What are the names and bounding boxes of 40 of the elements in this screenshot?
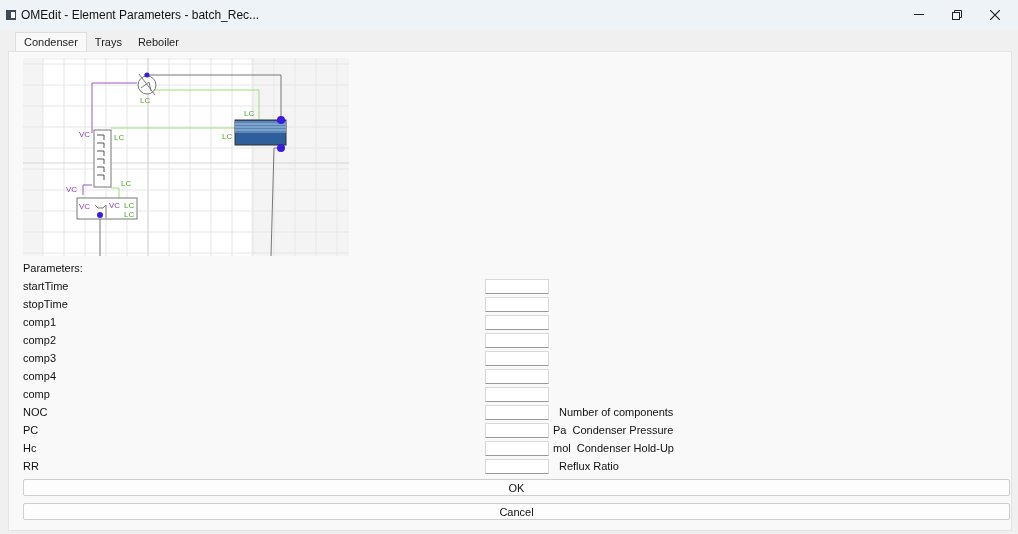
input-field[interactable] — [485, 440, 549, 456]
tab[interactable]: Condenser — [15, 32, 87, 51]
unit-label: mol — [553, 440, 571, 456]
restore-icon — [952, 10, 962, 20]
ok-button[interactable]: OK — [23, 479, 1010, 496]
input-field[interactable] — [485, 350, 549, 366]
input-field[interactable] — [485, 404, 549, 420]
parameter-description: Number of components — [559, 404, 674, 420]
parameter-description: Condenser Pressure — [572, 422, 674, 438]
parameter-label: comp — [23, 386, 51, 402]
parameter-label: comp3 — [23, 350, 58, 366]
parameter-description: Condenser Hold-Up — [576, 440, 674, 456]
parameter-description: Reflux Ratio — [559, 458, 619, 474]
parameter-label: comp4 — [23, 368, 58, 384]
input-field[interactable] — [485, 296, 549, 312]
parameter-label: comp2 — [23, 332, 58, 348]
tab[interactable]: Trays — [86, 34, 130, 51]
minimize-icon — [914, 14, 924, 16]
input-field[interactable] — [485, 458, 549, 474]
app-icon — [6, 10, 16, 20]
parameter-label: Hc — [23, 440, 38, 456]
input-field[interactable] — [485, 332, 549, 348]
input-field[interactable] — [485, 278, 549, 294]
parameter-label: comp1 — [23, 314, 58, 330]
parameter-label: startTime — [23, 278, 70, 294]
input-field[interactable] — [485, 422, 549, 438]
input-field[interactable] — [485, 314, 549, 330]
tab[interactable]: Reboiler — [129, 34, 187, 51]
input-field[interactable] — [485, 368, 549, 384]
parameter-label: PC — [23, 422, 40, 438]
parameter-label: stopTime — [23, 296, 69, 312]
section-label: Parameters: — [23, 261, 84, 276]
input-field[interactable] — [485, 386, 549, 402]
unit-label: Pa — [553, 422, 567, 438]
window-title: OMEdit - Element Parameters - batch_Rec... — [21, 7, 261, 24]
cancel-button[interactable]: Cancel — [23, 503, 1010, 520]
flowsheet-drawing: LC VC LC LC LC VC LC VC VC LC LC — [23, 58, 349, 256]
close-icon — [990, 10, 1000, 20]
parameter-label: NOC — [23, 404, 49, 420]
parameter-label: RR — [23, 458, 40, 474]
